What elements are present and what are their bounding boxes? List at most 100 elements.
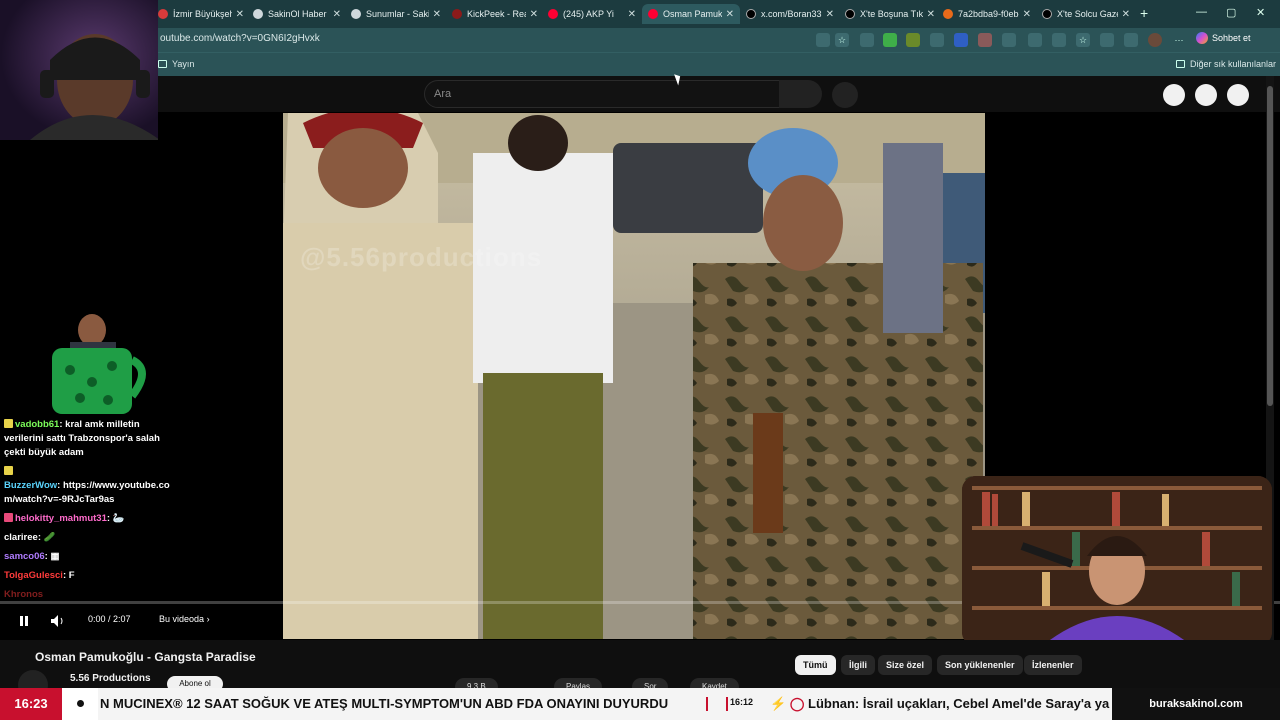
x-logo-icon	[1042, 9, 1052, 19]
browser-essentials-icon[interactable]	[1100, 33, 1114, 47]
close-tab-icon[interactable]: ✕	[826, 9, 834, 20]
ticker-separator	[706, 697, 708, 711]
chip-for-you[interactable]: Size özel	[878, 655, 933, 675]
browser-tab-strip: İzmir Büyükşehir✕ SakinOl Haber M✕ Sunum…	[0, 0, 1280, 28]
video-info: Osman Pamukoğlu - Gangsta Paradise 5.56 …	[0, 640, 1280, 700]
notifications-icon[interactable]	[1195, 84, 1217, 106]
chip-watched[interactable]: İzlenenler	[1024, 655, 1082, 675]
live-dot-icon	[62, 688, 98, 720]
stream-chat-overlay: vadobb61: kral amk milletin verilerini s…	[4, 418, 180, 607]
news-ticker: 16:23 N MUCINEX® 12 SAAT SOĞUK VE ATEŞ M…	[0, 688, 1280, 720]
globe-icon	[351, 9, 361, 19]
video-still	[283, 113, 985, 639]
subscriber-badge-icon	[4, 419, 13, 428]
close-tab-icon[interactable]: ✕	[236, 9, 244, 20]
emote-icon: ▦	[50, 551, 60, 562]
extension-icon[interactable]	[930, 33, 944, 47]
bookmark-item[interactable]: Yayın	[158, 59, 194, 69]
chat-message: BuzzerWow: https://www.youtube.com/watch…	[4, 465, 180, 507]
other-favorites[interactable]: Diğer sık kullanılanlar	[1176, 59, 1276, 69]
copilot-button[interactable]: Sohbet et	[1196, 32, 1251, 44]
browser-tab[interactable]: x.com/Boran339 ✕	[746, 4, 834, 24]
favicon-icon	[943, 9, 953, 19]
extension-icon[interactable]	[860, 33, 874, 47]
close-tab-icon[interactable]: ✕	[333, 9, 341, 20]
browser-tab[interactable]: SakinOl Haber M✕	[253, 4, 341, 24]
extension-icon[interactable]	[954, 33, 968, 47]
browser-tab[interactable]: Sunumlar - Sakin ✕	[351, 4, 441, 24]
emote-icon: 🥒	[43, 532, 56, 543]
pause-icon[interactable]	[18, 615, 30, 627]
globe-icon	[253, 9, 263, 19]
profile-avatar[interactable]	[1148, 33, 1162, 47]
close-window-icon[interactable]: ✕	[1256, 6, 1265, 19]
ticker-site: buraksakinol.com	[1112, 688, 1280, 720]
voice-search-icon[interactable]	[832, 82, 858, 108]
badge-icon	[4, 513, 13, 522]
x-logo-icon	[845, 9, 855, 19]
browser-tab[interactable]: X'te Solcu Gazete✕	[1042, 4, 1130, 24]
close-tab-icon[interactable]: ✕	[433, 9, 441, 20]
browser-tab[interactable]: X'te Boşuna Tıkla✕	[845, 4, 935, 24]
x-logo-icon	[746, 9, 756, 19]
chat-message: vadobb61: kral amk milletin verilerini s…	[4, 419, 160, 458]
close-tab-icon[interactable]: ✕	[726, 9, 734, 20]
browser-tab[interactable]: KickPeek - Real-ti✕	[452, 4, 538, 24]
favicon-icon	[158, 9, 168, 19]
chip-recently-uploaded[interactable]: Son yüklenenler	[937, 655, 1023, 675]
chapter-button[interactable]: Bu videoda ›	[159, 614, 210, 624]
video-frame[interactable]	[283, 113, 985, 639]
screenshot-icon[interactable]	[1124, 33, 1138, 47]
chat-message: Khronos	[4, 589, 44, 600]
mug-gif-overlay	[30, 300, 154, 420]
app-install-icon[interactable]	[816, 33, 830, 47]
video-title: Osman Pamukoğlu - Gangsta Paradise	[35, 650, 256, 664]
ticker-headline: N MUCINEX® 12 SAAT SOĞUK VE ATEŞ MULTI-S…	[100, 696, 669, 711]
chat-message: clariree: 🥒	[4, 532, 56, 543]
browser-tab[interactable]: (245) AKP Yi ✕	[548, 4, 636, 24]
url-field[interactable]: outube.com/watch?v=0GN6I2gHvxk	[160, 33, 320, 44]
create-icon[interactable]	[1163, 84, 1185, 106]
bookmark-icon	[158, 60, 167, 68]
favorites-icon[interactable]: ☆	[1076, 33, 1090, 47]
minimize-window-icon[interactable]: —	[1196, 6, 1207, 18]
chat-message: helokitty_mahmut31: 🦢	[4, 512, 180, 526]
more-options-icon[interactable]: ⋯	[1172, 33, 1186, 47]
close-tab-icon[interactable]: ✕	[628, 9, 636, 20]
folder-icon	[1176, 60, 1185, 68]
browser-tab-active[interactable]: Osman Pamukoğ✕	[642, 4, 740, 24]
extension-icon[interactable]	[978, 33, 992, 47]
chip-all[interactable]: Tümü	[795, 655, 836, 675]
collections-icon[interactable]	[1052, 33, 1066, 47]
bookmarks-bar: Yayın Diğer sık kullanılanlar	[0, 52, 1280, 76]
search-input[interactable]: Ara	[424, 80, 780, 108]
maximize-window-icon[interactable]: ▢	[1226, 6, 1236, 19]
channel-name[interactable]: 5.56 Productions	[70, 673, 151, 684]
split-screen-icon[interactable]	[1028, 33, 1042, 47]
ticker-separator	[726, 697, 728, 711]
extension-icon[interactable]	[906, 33, 920, 47]
close-tab-icon[interactable]: ✕	[1023, 9, 1031, 20]
browser-tab[interactable]: İzmir Büyükşehir✕	[158, 4, 244, 24]
browser-tab[interactable]: 7a2bdba9-f0eb-4✕	[943, 4, 1031, 24]
favicon-icon	[452, 9, 462, 19]
youtube-icon	[648, 9, 658, 19]
address-bar: outube.com/watch?v=0GN6I2gHvxk ☆ ☆ ⋯ Soh…	[0, 28, 1280, 52]
streamer-room-webcam	[962, 476, 1272, 646]
extension-icon[interactable]	[883, 33, 897, 47]
new-tab-button[interactable]: +	[1140, 5, 1148, 21]
lightning-icon: ⚡	[770, 696, 787, 711]
close-tab-icon[interactable]: ✕	[927, 9, 935, 20]
volume-icon[interactable]	[50, 614, 66, 628]
ticker-clock: 16:23	[0, 688, 62, 720]
scrollbar-thumb[interactable]	[1267, 86, 1273, 406]
search-button[interactable]	[779, 80, 822, 108]
extensions-puzzle-icon[interactable]	[1002, 33, 1016, 47]
ticker-timestamp: 16:12	[730, 697, 754, 707]
favorite-star-icon[interactable]: ☆	[835, 33, 849, 47]
close-tab-icon[interactable]: ✕	[1122, 9, 1130, 20]
chip-related[interactable]: İlgili	[841, 655, 875, 675]
close-tab-icon[interactable]: ✕	[530, 9, 538, 20]
account-avatar[interactable]	[1227, 84, 1249, 106]
youtube-header: Ara	[0, 76, 1280, 112]
